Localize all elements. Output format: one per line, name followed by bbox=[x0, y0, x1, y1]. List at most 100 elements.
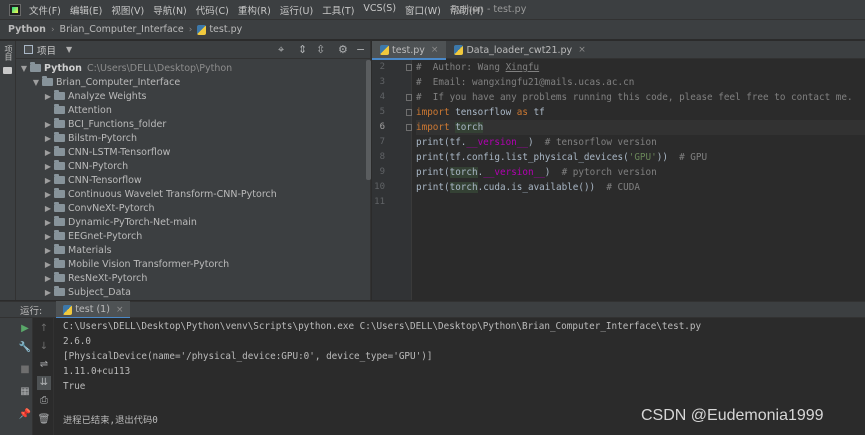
tree-folder-label: Attention bbox=[68, 104, 112, 116]
expand-all-icon[interactable]: ⇕ bbox=[298, 43, 307, 57]
code-token: ( bbox=[444, 182, 450, 193]
chevron-right-icon[interactable]: ▶ bbox=[42, 288, 54, 297]
menu-item[interactable]: 窗口(W) bbox=[405, 3, 441, 17]
line-number: 8 bbox=[379, 152, 385, 162]
gear-icon[interactable]: ⚙ bbox=[338, 43, 348, 57]
code-token: ) bbox=[527, 137, 545, 148]
tree-folder-row[interactable]: ▶ BCI_Functions_folder bbox=[16, 117, 370, 131]
breadcrumb-item-file[interactable]: test.py bbox=[209, 24, 242, 35]
tree-row-root[interactable]: ▼ Python C:\Users\DELL\Desktop\Python bbox=[16, 61, 370, 75]
folder-icon bbox=[54, 174, 65, 184]
chevron-right-icon[interactable]: ▶ bbox=[42, 232, 54, 241]
menu-item[interactable]: 文件(F) bbox=[29, 3, 61, 17]
tree-folder-row[interactable]: ▶ ResNeXt-Pytorch bbox=[16, 271, 370, 285]
collapse-all-icon[interactable]: ⇳ bbox=[316, 43, 325, 57]
code-line[interactable]: print(tf.__version__) # tensorflow versi… bbox=[416, 135, 865, 150]
tree-folder-row[interactable]: ▶ Mobile Vision Transformer-Pytorch bbox=[16, 257, 370, 271]
menu-bar: 文件(F) 编辑(E) 视图(V) 导航(N) 代码(C) 重构(R) 运行(U) 工具(T)… bbox=[0, 0, 865, 20]
code-line[interactable]: print(tf.config.list_physical_devices('G… bbox=[416, 150, 865, 165]
tree-folder-row[interactable]: Attention bbox=[16, 103, 370, 117]
fold-marker-icon[interactable] bbox=[406, 124, 412, 131]
code-line[interactable]: # Email: wangxingfu21@mails.ucas.ac.cn bbox=[416, 75, 865, 90]
project-scrollbar[interactable] bbox=[366, 60, 371, 180]
chevron-right-icon[interactable]: ▶ bbox=[42, 162, 54, 171]
breadcrumb-item-project[interactable]: Python bbox=[8, 24, 46, 35]
code-area[interactable]: # Author: Wang Xingfu # Email: wangxingfu… bbox=[416, 60, 865, 300]
code-line[interactable]: import torch bbox=[416, 120, 865, 135]
tree-folder-row[interactable]: ▶ CNN-Pytorch bbox=[16, 159, 370, 173]
chevron-right-icon[interactable]: ▶ bbox=[42, 148, 54, 157]
rerun-icon[interactable]: ▶ bbox=[18, 322, 32, 336]
chevron-down-icon[interactable]: ▼ bbox=[18, 64, 30, 73]
tab-test-py[interactable]: test.py × bbox=[372, 41, 447, 60]
project-view-title[interactable]: 项目 bbox=[37, 43, 56, 57]
chevron-right-icon[interactable]: ▶ bbox=[42, 190, 54, 199]
menu-item[interactable]: 导航(N) bbox=[153, 3, 187, 17]
chevron-right-icon[interactable]: ▶ bbox=[42, 204, 54, 213]
fold-marker-icon[interactable] bbox=[406, 64, 412, 71]
tree-folder-row[interactable]: ▶ Bilstm-Pytorch bbox=[16, 131, 370, 145]
tab-data-loader[interactable]: Data_loader_cwt21.py × bbox=[446, 41, 593, 59]
locate-icon[interactable]: ⌖ bbox=[278, 43, 284, 57]
tree-folder-row[interactable]: ▶ Materials bbox=[16, 243, 370, 257]
chevron-right-icon[interactable]: ▶ bbox=[42, 260, 54, 269]
code-line[interactable]: import tensorflow as tf bbox=[416, 105, 865, 120]
run-tab[interactable]: test (1) × bbox=[56, 301, 131, 319]
close-icon[interactable]: × bbox=[116, 305, 124, 315]
print-icon[interactable]: ⎙ bbox=[37, 394, 51, 408]
layout-icon[interactable]: ▦ bbox=[18, 385, 32, 399]
tree-folder-row[interactable]: ▶ CNN-Tensorflow bbox=[16, 173, 370, 187]
chevron-down-icon[interactable]: ▼ bbox=[66, 45, 72, 54]
chevron-right-icon[interactable]: ▶ bbox=[42, 120, 54, 129]
fold-marker-icon[interactable] bbox=[406, 94, 412, 101]
chevron-right-icon[interactable]: ▶ bbox=[42, 134, 54, 143]
close-icon[interactable]: × bbox=[431, 45, 439, 55]
tree-folder-row[interactable]: ▶ Subject_Data bbox=[16, 285, 370, 299]
console-toolbar: ↑ ↓ ⇌ ⇊ ⎙ 🗑 bbox=[34, 318, 54, 435]
chevron-right-icon[interactable]: ▶ bbox=[42, 274, 54, 283]
tree-folder-row[interactable]: ▶ EEGnet-Pytorch bbox=[16, 229, 370, 243]
arrow-down-icon[interactable]: ↓ bbox=[37, 340, 51, 354]
line-number: 7 bbox=[379, 137, 385, 147]
code-line[interactable]: print(torch.__version__) # pytorch versi… bbox=[416, 165, 865, 180]
menu-item[interactable]: 重构(R) bbox=[238, 3, 271, 17]
tree-folder-row[interactable]: ▶ CNN-LSTM-Tensorflow bbox=[16, 145, 370, 159]
editor-tab-bar: test.py × Data_loader_cwt21.py × bbox=[372, 41, 865, 60]
close-icon[interactable]: × bbox=[578, 45, 586, 55]
code-line[interactable]: print(torch.cuda.is_available()) # CUDA bbox=[416, 180, 865, 195]
tree-folder-row[interactable]: ▶ Continuous Wavelet Transform-CNN-Pytorc… bbox=[16, 187, 370, 201]
trash-icon[interactable]: 🗑 bbox=[37, 413, 51, 427]
menu-item[interactable]: VCS(S) bbox=[363, 3, 396, 17]
fold-marker-icon[interactable] bbox=[406, 109, 412, 116]
code-editor[interactable]: 2 3 4 5 6 7 8 9 10 11 # Author: Wang Xingfu # Emai… bbox=[372, 60, 865, 300]
line-number: 6 bbox=[379, 122, 385, 132]
tree-folder-row[interactable]: ▶ Analyze Weights bbox=[16, 89, 370, 103]
wrench-icon[interactable]: 🔧 bbox=[18, 341, 32, 355]
chevron-right-icon[interactable]: ▶ bbox=[42, 92, 54, 101]
tree-row-subproject[interactable]: ▼ Brian_Computer_Interface bbox=[16, 75, 370, 89]
menu-item[interactable]: 代码(C) bbox=[196, 3, 229, 17]
chevron-right-icon[interactable]: ▶ bbox=[42, 218, 54, 227]
tree-folder-row[interactable]: ▶ ConvNeXt-Pytorch bbox=[16, 201, 370, 215]
arrow-up-icon[interactable]: ↑ bbox=[37, 322, 51, 336]
menu-item[interactable]: 视图(V) bbox=[111, 3, 144, 17]
menu-item[interactable]: 编辑(E) bbox=[70, 3, 102, 17]
chevron-right-icon[interactable]: ▶ bbox=[42, 176, 54, 185]
code-line[interactable] bbox=[416, 195, 865, 210]
breadcrumb-item-folder[interactable]: Brian_Computer_Interface bbox=[60, 24, 184, 35]
tree-folder-row[interactable]: ▶ Dynamic-PyTorch-Net-main bbox=[16, 215, 370, 229]
pin-icon[interactable]: 📌 bbox=[18, 408, 32, 422]
chevron-right-icon[interactable]: ▶ bbox=[42, 246, 54, 255]
hide-panel-icon[interactable]: − bbox=[356, 43, 365, 57]
menu-item[interactable]: 工具(T) bbox=[322, 3, 354, 17]
code-token: 'GPU' bbox=[628, 152, 657, 163]
code-line[interactable]: # If you have any problems running this … bbox=[416, 90, 865, 105]
project-stripe-tab[interactable]: 项目 bbox=[2, 45, 14, 61]
scroll-to-end-icon[interactable]: ⇊ bbox=[37, 376, 51, 390]
chevron-down-icon[interactable]: ▼ bbox=[30, 78, 42, 87]
menu-item[interactable]: 运行(U) bbox=[280, 3, 313, 17]
stop-icon[interactable]: ■ bbox=[18, 363, 32, 377]
soft-wrap-icon[interactable]: ⇌ bbox=[37, 358, 51, 372]
code-line[interactable]: # Author: Wang Xingfu bbox=[416, 60, 865, 75]
console-line: C:\Users\DELL\Desktop\Python\venv\Script… bbox=[63, 321, 702, 332]
